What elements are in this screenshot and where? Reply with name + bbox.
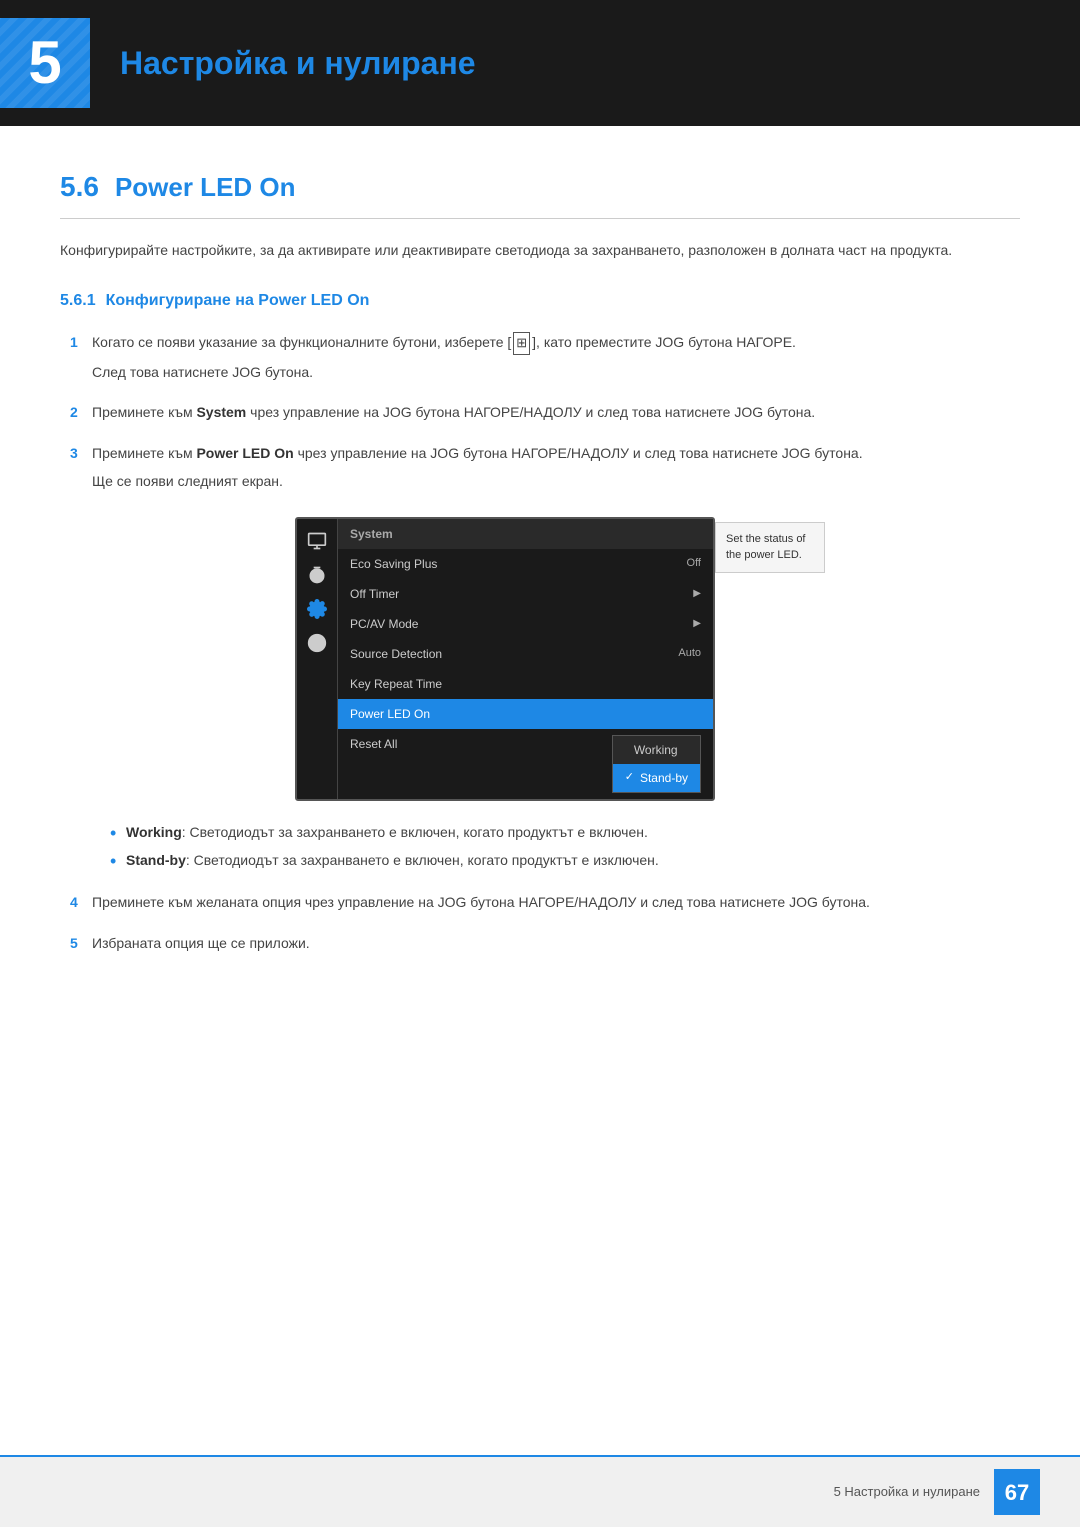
menu-item-keyrepeat: Key Repeat Time [338, 669, 713, 699]
step-3-bold: Power LED On [196, 445, 293, 461]
menu-item-offtimer-arrow: ▶ [693, 586, 701, 601]
step-5: 5 Избраната опция ще се приложи. [60, 932, 1020, 954]
working-check [625, 741, 628, 758]
intro-text: Конфигурирайте настройките, за да активи… [60, 239, 1020, 261]
step-1-text-a: Когато се появи указание за функционални… [92, 334, 511, 350]
bullet-working: Working: Светодиодът за захранването е в… [110, 821, 1020, 843]
menu-item-resetall: Reset All Working ✓ Stand-by [338, 729, 713, 799]
step-2-content: Преминете към System чрез управление на … [92, 401, 1020, 423]
subsection-title: Конфигуриране на Power LED On [106, 289, 370, 313]
subsection-number: 5.6.1 [60, 289, 96, 313]
footer-chapter-label: 5 Настройка и нулиране [834, 1482, 980, 1502]
bullet-standby: Stand-by: Светодиодът за захранването е … [110, 849, 1020, 871]
menu-item-keyrepeat-label: Key Repeat Time [350, 675, 442, 693]
step-1-subnote: След това натиснете JOG бутона. [92, 361, 1020, 383]
standby-check: ✓ [625, 769, 634, 786]
step-5-content: Избраната опция ще се приложи. [92, 932, 1020, 954]
submenu-working-label: Working [634, 741, 678, 759]
screen-container: System Eco Saving Plus Off Off Timer ▶ P… [100, 517, 1020, 801]
gear-icon [305, 597, 329, 621]
step-4-content: Преминете към желаната опция чрез управл… [92, 891, 1020, 913]
step-3-content: Преминете към Power LED On чрез управлен… [92, 442, 1020, 493]
monitor-icon [305, 529, 329, 553]
chapter-title: Настройка и нулиране [90, 39, 476, 87]
screen-left-icons [297, 519, 338, 799]
submenu-standby: ✓ Stand-by [613, 764, 700, 792]
step-3: 3 Преминете към Power LED On чрез управл… [60, 442, 1020, 493]
step-4: 4 Преминете към желаната опция чрез упра… [60, 891, 1020, 913]
step-1: 1 Когато се появи указание за функционал… [60, 331, 1020, 383]
step-3-number: 3 [70, 442, 92, 464]
menu-item-pcav-label: PC/AV Mode [350, 615, 418, 633]
menu-item-resetall-label: Reset All [350, 735, 397, 753]
bullet-working-bold: Working [126, 824, 182, 840]
menu-item-eco-label: Eco Saving Plus [350, 555, 437, 573]
menu-item-offtimer: Off Timer ▶ [338, 579, 713, 609]
chapter-header: 5 Настройка и нулиране [0, 0, 1080, 126]
screen: System Eco Saving Plus Off Off Timer ▶ P… [295, 517, 715, 801]
main-content: 5.6 Power LED On Конфигурирайте настройк… [0, 126, 1080, 1032]
steps-list: 1 Когато се появи указание за функционал… [60, 331, 1020, 492]
menu-item-eco: Eco Saving Plus Off [338, 549, 713, 579]
chapter-number: 5 [28, 18, 61, 108]
section-heading: 5.6 Power LED On [60, 166, 1020, 219]
step-4-number: 4 [70, 891, 92, 913]
bullet-list: Working: Светодиодът за захранването е в… [60, 821, 1020, 872]
screen-menu: System Eco Saving Plus Off Off Timer ▶ P… [338, 519, 713, 799]
menu-item-pcav-arrow: ▶ [693, 616, 701, 631]
chapter-number-box: 5 [0, 18, 90, 108]
timer-icon [305, 563, 329, 587]
menu-item-offtimer-label: Off Timer [350, 585, 399, 603]
screen-submenu: Working ✓ Stand-by [612, 735, 701, 793]
menu-item-eco-value: Off [687, 555, 701, 572]
bullet-working-text: : Светодиодът за захранването е включен,… [182, 824, 648, 840]
step-2: 2 Преминете към System чрез управление н… [60, 401, 1020, 423]
screen-tooltip: Set the status of the power LED. [715, 522, 825, 573]
menu-item-source-value: Auto [678, 645, 701, 662]
submenu-working: Working [613, 736, 700, 764]
step-1-content: Когато се появи указание за функционални… [92, 331, 1020, 383]
screen-wrapper: System Eco Saving Plus Off Off Timer ▶ P… [295, 517, 825, 801]
bullet-standby-text: : Светодиодът за захранването е включен,… [186, 852, 659, 868]
menu-item-source: Source Detection Auto [338, 639, 713, 669]
section-number: 5.6 [60, 166, 99, 208]
info-icon [305, 631, 329, 655]
grid-icon: ⊞ [513, 332, 530, 355]
step-2-number: 2 [70, 401, 92, 423]
step-1-number: 1 [70, 331, 92, 353]
menu-item-source-label: Source Detection [350, 645, 442, 663]
menu-item-powerled: Power LED On [338, 699, 713, 729]
footer-page-number: 67 [994, 1469, 1040, 1515]
steps-list-2: 4 Преминете към желаната опция чрез упра… [60, 891, 1020, 954]
screen-menu-header: System [338, 519, 713, 549]
step-5-number: 5 [70, 932, 92, 954]
bullet-standby-bold: Stand-by [126, 852, 186, 868]
menu-item-powerled-label: Power LED On [350, 705, 430, 723]
section-title: Power LED On [115, 168, 296, 207]
menu-item-pcav: PC/AV Mode ▶ [338, 609, 713, 639]
step-1-text-b: ], като преместите JOG бутона НАГОРЕ. [532, 334, 796, 350]
step-2-bold: System [196, 404, 246, 420]
submenu-standby-label: Stand-by [640, 769, 688, 787]
step-3-subnote: Ще се появи следният екран. [92, 470, 1020, 492]
subsection-heading: 5.6.1 Конфигуриране на Power LED On [60, 289, 1020, 313]
page-footer: 5 Настройка и нулиране 67 [0, 1455, 1080, 1527]
